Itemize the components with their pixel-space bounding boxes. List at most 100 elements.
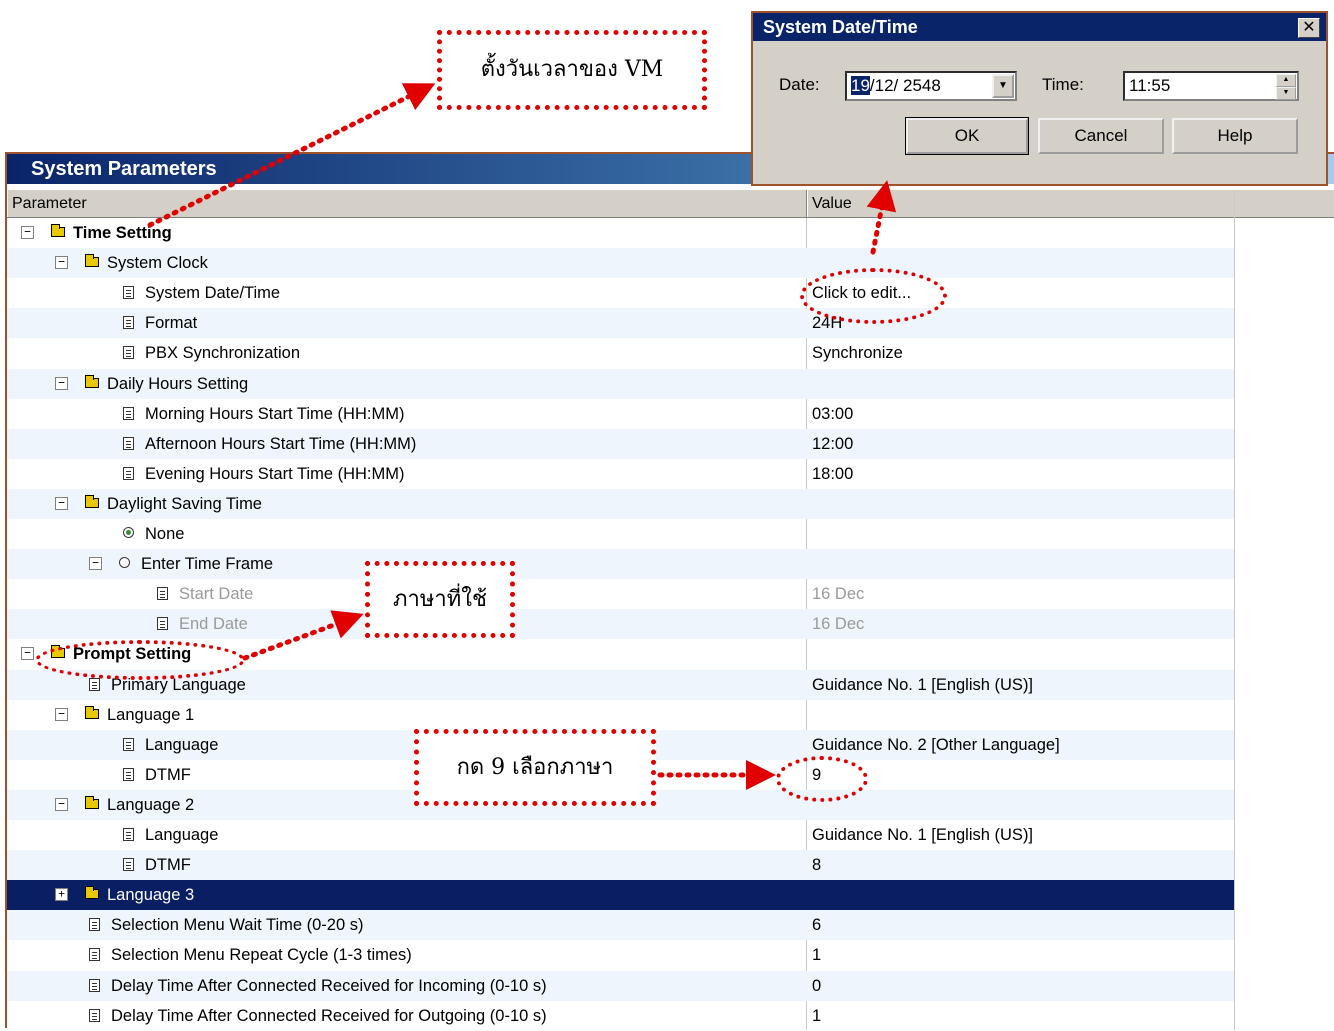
row-label: Language <box>145 826 219 844</box>
close-icon[interactable]: ✕ <box>1298 18 1320 38</box>
date-time-dialog: System Date/Time ✕ Date: 19/12/ 2548 ▼ T… <box>751 11 1328 186</box>
row-label: Start Date <box>179 585 254 604</box>
row-label: Daily Hours Setting <box>107 374 249 393</box>
document-icon <box>89 948 100 962</box>
row-label: End Date <box>179 615 248 634</box>
spin-down-icon[interactable]: ▼ <box>1276 87 1296 100</box>
row-label: Selection Menu Wait Time (0-20 s) <box>111 916 364 935</box>
callout-language-used: ภาษาที่ใช้ <box>365 561 515 638</box>
tree-row[interactable]: End Date 16 Dec <box>7 609 1234 640</box>
tree-row[interactable]: Format 24H <box>7 308 1234 339</box>
row-value[interactable]: 0 <box>812 971 821 1001</box>
time-label: Time: <box>1042 75 1084 94</box>
document-icon <box>123 466 134 480</box>
tree-row[interactable]: PBX Synchronization Synchronize <box>7 338 1234 368</box>
row-value[interactable]: 03:00 <box>812 399 853 429</box>
row-label: Selection Menu Repeat Cycle (1-3 times) <box>111 946 412 965</box>
row-value[interactable]: Guidance No. 1 [English (US)] <box>812 670 1033 700</box>
row-value[interactable]: 16 Dec <box>812 579 864 609</box>
date-label: Date: <box>779 75 820 94</box>
radio-icon[interactable] <box>119 557 130 569</box>
row-label: Time Setting <box>73 224 172 242</box>
column-divider-right <box>1234 190 1235 1030</box>
tree-row[interactable]: Selection Menu Wait Time (0-20 s) 6 <box>7 910 1234 941</box>
row-value[interactable]: 18:00 <box>812 459 853 489</box>
expand-icon[interactable]: + <box>55 888 68 902</box>
highlight-click-to-edit <box>800 268 947 324</box>
time-spinner[interactable]: ▲ ▼ <box>1276 74 1296 100</box>
row-value[interactable]: 1 <box>812 940 821 970</box>
collapse-icon[interactable]: − <box>55 256 68 270</box>
highlight-dtmf-9 <box>776 756 868 802</box>
tree-row[interactable]: + Language 3 <box>7 880 1234 911</box>
cancel-button[interactable]: Cancel <box>1038 118 1164 154</box>
tree-row[interactable]: − Language 1 <box>7 700 1234 730</box>
row-label: PBX Synchronization <box>145 344 301 363</box>
row-label: Delay Time After Connected Received for … <box>111 976 547 995</box>
dialog-title: System Date/Time <box>753 13 1326 41</box>
tree-row[interactable]: Language Guidance No. 1 [English (US)] <box>7 820 1234 850</box>
ok-button[interactable]: OK <box>905 117 1029 155</box>
tree-row[interactable]: − Enter Time Frame <box>7 549 1234 580</box>
document-icon <box>89 677 100 691</box>
row-value[interactable]: 16 Dec <box>812 609 864 639</box>
tree-row[interactable]: − Daylight Saving Time <box>7 488 1234 519</box>
collapse-icon[interactable]: − <box>89 557 102 571</box>
chevron-down-icon[interactable]: ▼ <box>992 74 1014 98</box>
tree-row[interactable]: Delay Time After Connected Received for … <box>7 1001 1234 1031</box>
tree-row[interactable]: Start Date 16 Dec <box>7 579 1234 609</box>
folder-icon <box>85 254 99 268</box>
date-picker[interactable]: 19/12/ 2548 ▼ <box>845 71 1017 101</box>
document-icon <box>123 406 134 420</box>
row-label: System Clock <box>107 254 208 273</box>
row-value[interactable]: Guidance No. 2 [Other Language] <box>812 730 1060 760</box>
help-button[interactable]: Help <box>1172 118 1298 154</box>
row-label: Language 1 <box>107 705 195 724</box>
tree-row[interactable]: Afternoon Hours Start Time (HH:MM) 12:00 <box>7 428 1234 459</box>
collapse-icon[interactable]: − <box>55 376 68 390</box>
tree-row[interactable]: System Date/Time Click to edit... <box>7 278 1234 308</box>
row-value[interactable]: Guidance No. 1 [English (US)] <box>812 820 1033 850</box>
collapse-icon[interactable]: − <box>21 647 34 661</box>
folder-icon <box>85 886 99 900</box>
tree-row[interactable]: − Daily Hours Setting <box>7 368 1234 399</box>
tree-row[interactable]: Evening Hours Start Time (HH:MM) 18:00 <box>7 459 1234 489</box>
tree-row[interactable]: Delay Time After Connected Received for … <box>7 970 1234 1001</box>
document-icon <box>123 316 134 330</box>
tree-row[interactable]: − Time Setting <box>7 218 1234 248</box>
row-label: Delay Time After Connected Received for … <box>111 1006 547 1025</box>
spin-up-icon[interactable]: ▲ <box>1276 74 1296 87</box>
folder-icon <box>85 705 99 719</box>
tree-row[interactable]: DTMF 8 <box>7 850 1234 881</box>
column-header-value[interactable]: Value <box>807 190 1235 217</box>
tree-row[interactable]: Selection Menu Repeat Cycle (1-3 times) 1 <box>7 940 1234 970</box>
collapse-icon[interactable]: − <box>55 707 68 721</box>
collapse-icon[interactable]: − <box>21 226 34 239</box>
document-icon <box>123 828 134 841</box>
row-value[interactable]: 8 <box>812 850 821 880</box>
collapse-icon[interactable]: − <box>55 797 68 811</box>
callout-press-9: กด 9 เลือกภาษา <box>414 729 656 806</box>
highlight-prompt-setting <box>35 640 245 680</box>
tree-row[interactable]: − System Clock <box>7 248 1234 279</box>
tree-row[interactable]: Morning Hours Start Time (HH:MM) 03:00 <box>7 399 1234 429</box>
row-value[interactable]: 1 <box>812 1001 821 1031</box>
row-value[interactable]: 6 <box>812 910 821 940</box>
collapse-icon[interactable]: − <box>55 496 68 510</box>
column-header-parameter[interactable]: Parameter <box>7 190 807 217</box>
document-icon <box>123 436 134 450</box>
document-icon <box>157 617 168 631</box>
folder-icon <box>85 795 99 809</box>
row-label: Format <box>145 314 198 333</box>
time-value: 11:55 <box>1129 76 1171 95</box>
row-value[interactable]: 12:00 <box>812 429 853 459</box>
time-field[interactable]: 11:55 ▲ ▼ <box>1123 71 1299 101</box>
radio-selected-icon[interactable] <box>123 527 134 538</box>
tree-row[interactable]: None <box>7 519 1234 549</box>
row-label: Language 3 <box>107 886 195 905</box>
row-value[interactable]: Synchronize <box>812 338 903 368</box>
row-label: DTMF <box>145 856 191 875</box>
date-day-segment[interactable]: 19 <box>851 76 870 95</box>
grid-header: Parameter Value <box>7 190 1334 218</box>
document-icon <box>123 346 134 360</box>
